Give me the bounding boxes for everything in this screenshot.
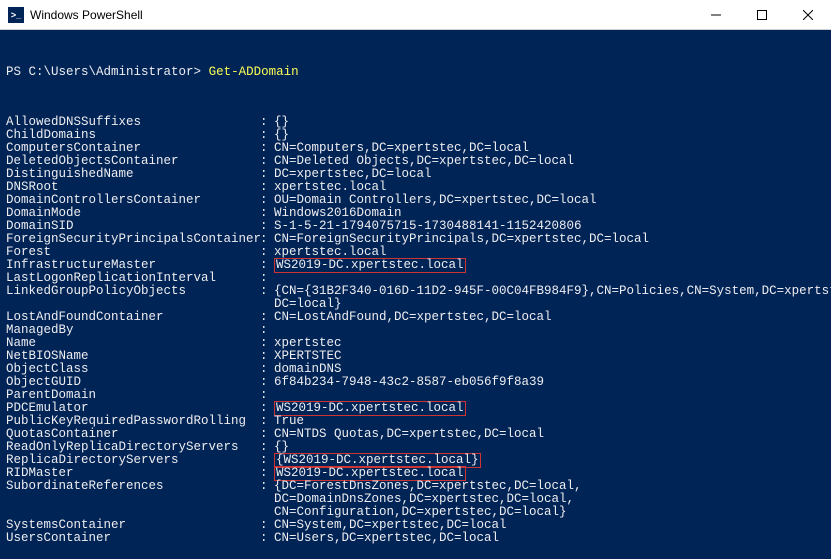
property-value: xpertstec [274, 337, 825, 350]
property-value: 6f84b234-7948-43c2-8587-eb056f9f8a39 [274, 376, 825, 389]
minimize-button[interactable] [693, 0, 739, 30]
property-key: SubordinateReferences [6, 480, 260, 493]
powershell-icon: >_ [8, 7, 24, 23]
property-key: UsersContainer [6, 532, 260, 545]
output-row: AllowedDNSSuffixes: {} [6, 116, 825, 129]
property-value: CN=Users,DC=xpertstec,DC=local [274, 532, 825, 545]
output-row: ForeignSecurityPrincipalsContainer: CN=F… [6, 233, 825, 246]
close-button[interactable] [785, 0, 831, 30]
window-controls [693, 0, 831, 30]
output-row: DomainControllersContainer: OU=Domain Co… [6, 194, 825, 207]
property-value: WS2019-DC.xpertstec.local [274, 259, 825, 272]
maximize-button[interactable] [739, 0, 785, 30]
separator: : [260, 285, 274, 298]
titlebar: >_ Windows PowerShell [0, 0, 831, 30]
prompt-line: PS C:\Users\Administrator> Get-ADDomain [6, 66, 825, 79]
command-output: AllowedDNSSuffixes: {}ChildDomains: {}Co… [6, 116, 825, 545]
property-value [274, 324, 825, 337]
property-key: ManagedBy [6, 324, 260, 337]
output-row: ObjectGUID: 6f84b234-7948-43c2-8587-eb05… [6, 376, 825, 389]
property-value: WS2019-DC.xpertstec.local [274, 402, 825, 415]
property-key: LinkedGroupPolicyObjects [6, 285, 260, 298]
prompt-command: Get-ADDomain [209, 65, 299, 79]
property-value: XPERTSTEC [274, 350, 825, 363]
property-value: {CN={31B2F340-016D-11D2-945F-00C04FB984F… [274, 285, 831, 298]
property-value: CN=NTDS Quotas,DC=xpertstec,DC=local [274, 428, 825, 441]
terminal-area[interactable]: PS C:\Users\Administrator> Get-ADDomain … [0, 30, 831, 559]
window-title: Windows PowerShell [30, 8, 693, 22]
output-row: Name: xpertstec [6, 337, 825, 350]
prompt-path: PS C:\Users\Administrator> [6, 65, 201, 79]
output-row: LostAndFoundContainer: CN=LostAndFound,D… [6, 311, 825, 324]
separator: : [260, 532, 274, 545]
output-row: DistinguishedName: DC=xpertstec,DC=local [6, 168, 825, 181]
output-row: UsersContainer: CN=Users,DC=xpertstec,DC… [6, 532, 825, 545]
output-row: ManagedBy: [6, 324, 825, 337]
output-row: NetBIOSName: XPERTSTEC [6, 350, 825, 363]
property-value: CN=LostAndFound,DC=xpertstec,DC=local [274, 311, 825, 324]
highlighted-value: WS2019-DC.xpertstec.local [274, 258, 466, 273]
output-row: LinkedGroupPolicyObjects: {CN={31B2F340-… [6, 285, 825, 298]
property-value: {} [274, 116, 825, 129]
separator: : [260, 480, 274, 493]
